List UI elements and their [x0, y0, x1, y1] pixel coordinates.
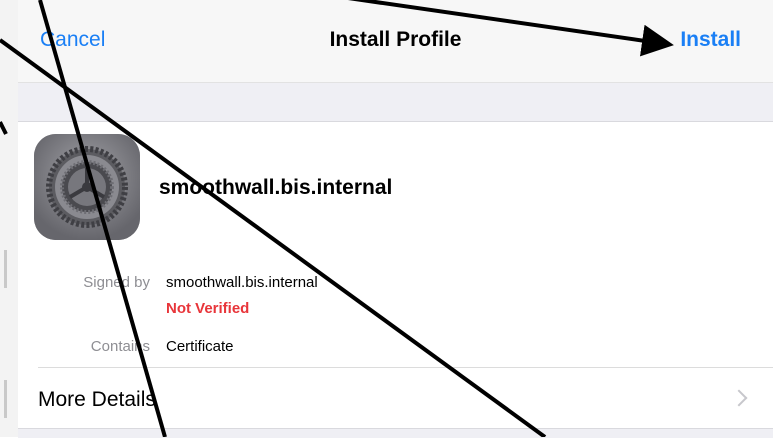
background-app-edge — [0, 0, 19, 437]
background-edge-mark — [4, 250, 7, 288]
signed-by-value: smoothwall.bis.internal — [166, 274, 318, 291]
contains-label: Contains — [90, 338, 150, 355]
contains-value: Certificate — [166, 338, 234, 355]
page-title: Install Profile — [329, 28, 462, 51]
profile-name: smoothwall.bis.internal — [159, 176, 393, 199]
navigation-bar: Cancel Install Profile Install — [18, 0, 773, 83]
chevron-right-icon — [730, 389, 748, 407]
install-button[interactable]: Install — [680, 28, 741, 52]
settings-gear-icon — [34, 134, 140, 240]
more-details-row[interactable]: More Details — [18, 368, 773, 428]
more-details-label: More Details — [38, 388, 156, 411]
profile-header: smoothwall.bis.internal — [18, 122, 773, 248]
background-edge-mark — [4, 380, 7, 418]
verification-status: Not Verified — [166, 300, 250, 317]
install-profile-sheet: Cancel Install Profile Install smoothwal… — [18, 0, 773, 438]
signed-by-label: Signed by — [83, 274, 150, 291]
section-separator — [18, 83, 773, 122]
